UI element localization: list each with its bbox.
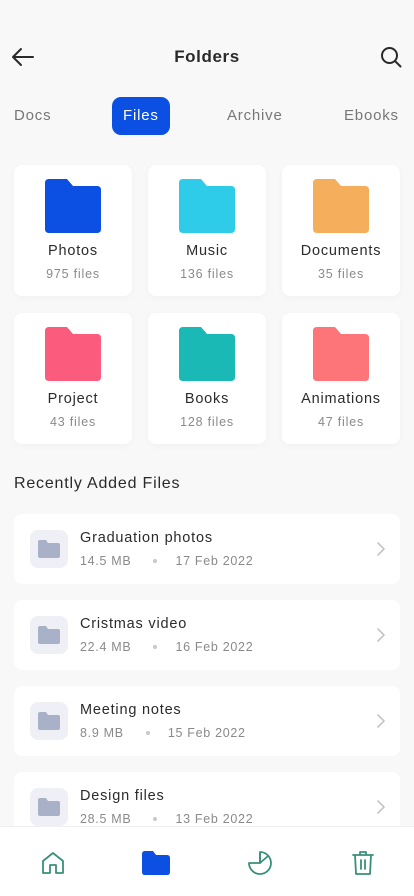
bottom-nav	[0, 826, 414, 896]
file-thumb	[30, 702, 68, 740]
separator-dot	[153, 817, 158, 821]
folder-count: 43 files	[49, 415, 96, 429]
tab-bar: Docs Files Archive Ebooks	[0, 97, 414, 135]
nav-folders[interactable]	[142, 849, 170, 877]
folder-name: Project	[47, 391, 99, 407]
file-size: 8.9 MB	[80, 726, 124, 740]
tab-docs[interactable]: Docs	[14, 97, 51, 135]
folder-name: Books	[184, 391, 230, 407]
folder-icon	[45, 327, 101, 381]
file-meta: 22.4 MB 16 Feb 2022	[80, 640, 253, 654]
folder-icon	[38, 798, 60, 816]
folder-card-documents[interactable]: Documents 35 files	[282, 165, 400, 296]
folder-icon	[313, 327, 369, 381]
folders-screen: Folders Docs Files Archive Ebooks Photos…	[0, 0, 414, 896]
file-size: 14.5 MB	[80, 554, 132, 568]
folder-count: 128 files	[180, 415, 234, 429]
folder-icon	[45, 179, 101, 233]
file-date: 15 Feb 2022	[167, 726, 246, 740]
folder-card-books[interactable]: Books 128 files	[148, 313, 266, 444]
folder-count: 47 files	[317, 415, 364, 429]
folder-icon	[179, 327, 235, 381]
folder-count: 35 files	[317, 267, 364, 281]
home-icon	[42, 852, 64, 874]
file-meta: 14.5 MB 17 Feb 2022	[80, 554, 253, 568]
search-icon	[381, 47, 402, 68]
file-meta: 28.5 MB 13 Feb 2022	[80, 812, 253, 826]
folder-icon	[142, 851, 170, 875]
file-name: Cristmas video	[80, 616, 188, 632]
tab-files[interactable]: Files	[112, 97, 170, 135]
tab-ebooks[interactable]: Ebooks	[344, 97, 399, 135]
separator-dot	[145, 731, 150, 735]
folder-count: 136 files	[180, 267, 234, 281]
separator-dot	[153, 645, 158, 649]
file-name: Meeting notes	[80, 702, 182, 718]
file-date: 16 Feb 2022	[175, 640, 254, 654]
folder-name: Photos	[48, 243, 98, 259]
file-size: 28.5 MB	[80, 812, 132, 826]
file-size: 22.4 MB	[80, 640, 132, 654]
folder-card-animations[interactable]: Animations 47 files	[282, 313, 400, 444]
chevron-right-icon	[374, 712, 388, 730]
list-item[interactable]: Graduation photos 14.5 MB 17 Feb 2022	[14, 514, 400, 584]
chevron-right-icon	[374, 540, 388, 558]
folder-name: Music	[186, 243, 228, 259]
folder-card-music[interactable]: Music 136 files	[148, 165, 266, 296]
pie-chart-icon	[248, 851, 272, 875]
folder-icon	[38, 712, 60, 730]
folder-icon	[38, 626, 60, 644]
file-thumb	[30, 530, 68, 568]
nav-home[interactable]	[39, 849, 67, 877]
recent-files-title: Recently Added Files	[14, 475, 181, 492]
tab-archive[interactable]: Archive	[227, 97, 283, 135]
nav-stats[interactable]	[246, 849, 274, 877]
list-item[interactable]: Meeting notes 8.9 MB 15 Feb 2022	[14, 686, 400, 756]
file-name: Graduation photos	[80, 530, 213, 546]
folder-icon	[179, 179, 235, 233]
file-date: 17 Feb 2022	[175, 554, 254, 568]
file-thumb	[30, 616, 68, 654]
chevron-right-icon	[374, 798, 388, 816]
nav-trash[interactable]	[349, 849, 377, 877]
file-date: 13 Feb 2022	[175, 812, 254, 826]
folder-icon	[38, 540, 60, 558]
trash-icon	[352, 851, 374, 875]
separator-dot	[153, 559, 158, 563]
file-thumb	[30, 788, 68, 826]
folder-card-project[interactable]: Project 43 files	[14, 313, 132, 444]
chevron-right-icon	[374, 626, 388, 644]
file-meta: 8.9 MB 15 Feb 2022	[80, 726, 246, 740]
folder-name: Documents	[300, 243, 382, 259]
folder-count: 975 files	[46, 267, 100, 281]
search-button[interactable]	[378, 44, 404, 70]
folder-name: Animations	[301, 391, 381, 407]
header: Folders	[0, 34, 414, 80]
folder-icon	[313, 179, 369, 233]
page-title: Folders	[174, 47, 240, 66]
list-item[interactable]: Cristmas video 22.4 MB 16 Feb 2022	[14, 600, 400, 670]
folder-card-photos[interactable]: Photos 975 files	[14, 165, 132, 296]
file-name: Design files	[80, 788, 165, 804]
